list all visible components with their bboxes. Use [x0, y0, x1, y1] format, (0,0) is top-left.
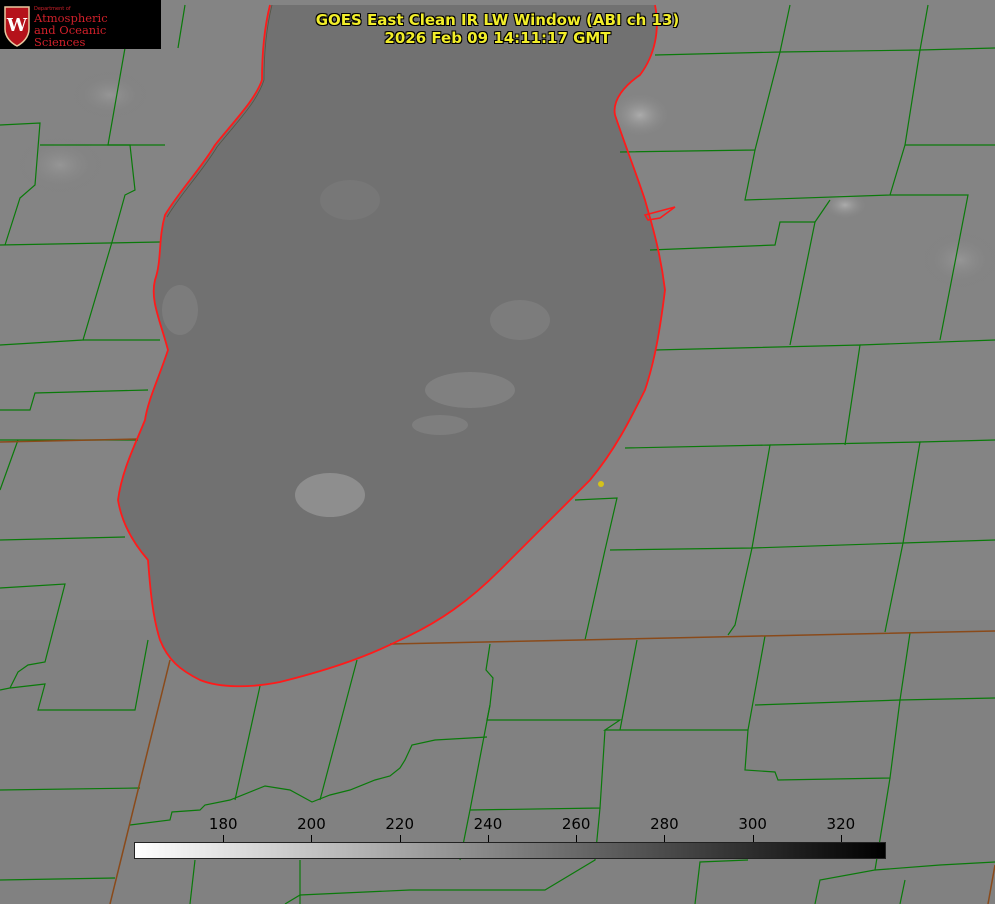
colorbar-tick-label: 320 — [826, 815, 856, 833]
colorbar-tick-label: 300 — [738, 815, 767, 833]
colorbar-tick-mark — [311, 835, 313, 842]
colorbar-tick-label: 220 — [385, 815, 415, 833]
colorbar — [134, 842, 886, 859]
colorbar-tick-label: 260 — [561, 815, 591, 833]
colorbar-tick-mark — [664, 835, 666, 842]
colorbar-tick-mark — [840, 835, 842, 842]
satellite-map[interactable] — [0, 0, 995, 904]
colorbar-tick-mark — [752, 835, 754, 842]
colorbar-tick-mark — [576, 835, 578, 842]
title-line-1: GOES East Clean IR LW Window (ABI ch 13) — [315, 11, 680, 29]
colorbar-tick-mark — [487, 835, 489, 842]
colorbar-tick-label: 200 — [297, 815, 326, 833]
image-title: GOES East Clean IR LW Window (ABI ch 13)… — [0, 11, 995, 47]
colorbar-tick-mark — [399, 835, 401, 842]
colorbar-tick-label: 280 — [650, 815, 679, 833]
colorbar-tick-label: 240 — [473, 815, 503, 833]
colorbar-tick-label: 180 — [208, 815, 238, 833]
title-line-2: 2026 Feb 09 14:11:17 GMT — [384, 29, 611, 47]
location-marker — [598, 481, 604, 487]
colorbar-tick-mark — [223, 835, 225, 842]
